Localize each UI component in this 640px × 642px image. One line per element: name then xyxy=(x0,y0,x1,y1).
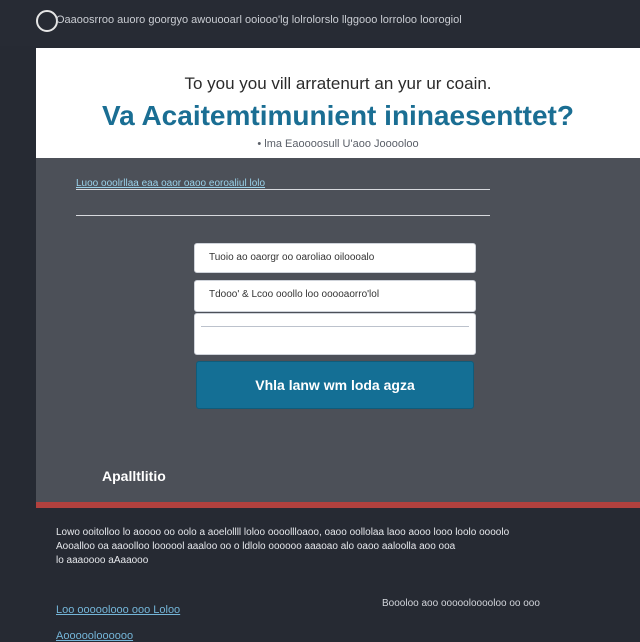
footer-paragraph-1: Lowo ooitolloo lo aoooo oo oolo a aoelol… xyxy=(56,527,510,538)
form-field-label: Luoo ooolrllaa eaa oaor oaoo eoroaliul l… xyxy=(76,178,266,189)
text-input-underline[interactable] xyxy=(76,189,490,190)
submit-button[interactable]: Vhla lanw wm loda agza xyxy=(196,361,474,409)
footer-link-right[interactable]: Boooloo aoo ooooolooooloo oo ooo xyxy=(382,598,540,609)
textarea-box[interactable] xyxy=(194,313,476,355)
footer-paragraph-3: lo aaaoooo aAaaooo xyxy=(56,555,149,566)
input-box-2[interactable]: Tdooo' & Lcoo ooollo loo ooooaorro'lol xyxy=(194,280,476,312)
input-box-1[interactable]: Tuoio ao oaorgr oo oaroliao oiloooalo xyxy=(194,243,476,273)
hero-banner: To you you vill arratenurt an yur ur coa… xyxy=(36,48,640,158)
textarea-line xyxy=(201,326,469,327)
footer-paragraph-2: Aooalloo oa aaoolloo loooool aaaloo oo o… xyxy=(56,541,456,552)
text-input-underline-2[interactable] xyxy=(76,215,490,216)
footer-link-bottom[interactable]: Aoooooloooooo xyxy=(56,630,133,642)
main-panel: To you you vill arratenurt an yur ur coa… xyxy=(36,48,640,502)
top-bar: Oaaoosrroo auoro goorgyo awouooarl ooioo… xyxy=(0,0,640,46)
top-bar-text: Oaaoosrroo auoro goorgyo awouooarl ooioo… xyxy=(56,14,462,26)
hero-headline: Va Acaitemtimunient ininaesenttet? xyxy=(102,100,574,131)
footer-link-left[interactable]: Loo ooooolooo ooo Loloo xyxy=(56,604,180,616)
input-box-1-text: Tuoio ao oaorgr oo oaroliao oiloooalo xyxy=(209,252,375,263)
input-box-2-text: Tdooo' & Lcoo ooollo loo ooooaorro'lol xyxy=(209,289,380,300)
hero-subheading: To you you vill arratenurt an yur ur coa… xyxy=(184,74,492,93)
red-divider xyxy=(36,502,640,508)
hero-tagline: • lma Eaoooosull U'aoo Jooooloo xyxy=(257,138,419,150)
logo-icon xyxy=(36,10,58,32)
section-title: Apalltlitio xyxy=(102,468,166,484)
